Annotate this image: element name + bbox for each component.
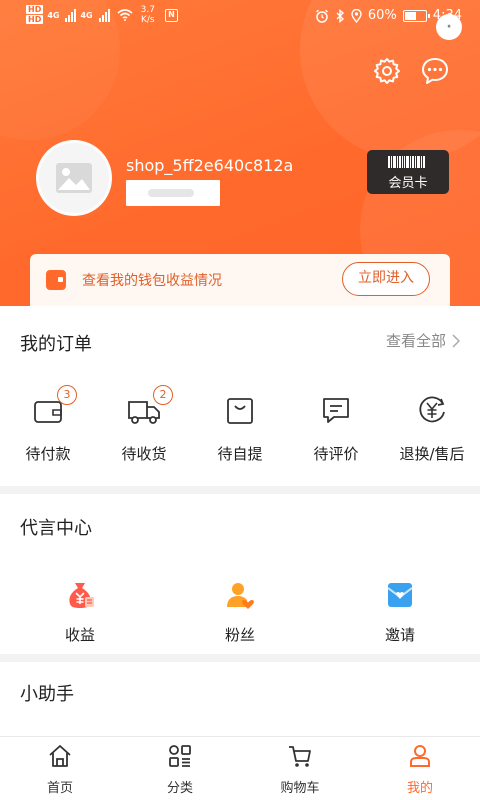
spokesperson-earnings[interactable]: 收益 (0, 580, 160, 645)
order-pending-pickup[interactable]: 待自提 (192, 393, 288, 464)
chevron-right-icon (452, 333, 460, 348)
invite-icon (387, 583, 413, 607)
tab-label: 购物车 (280, 781, 320, 796)
order-label: 待自提 (217, 445, 263, 463)
orders-title: 我的订单 (20, 334, 92, 355)
image-placeholder-icon (56, 163, 92, 193)
order-pending-receipt[interactable]: 2 待收货 (96, 385, 192, 464)
barcode-icon (388, 156, 425, 168)
order-label: 待付款 (25, 445, 71, 463)
order-badge: 2 (153, 385, 173, 405)
order-label: 退换/售后 (399, 445, 465, 463)
wallet-enter-button[interactable]: 立即进入 (342, 262, 430, 296)
view-all-label: 查看全部 (385, 332, 446, 350)
member-card-button[interactable]: 会员卡 (367, 150, 449, 194)
settings-gear-icon[interactable] (372, 56, 402, 86)
profile-icon (410, 745, 430, 767)
battery-percent: 60% (367, 8, 397, 23)
assistant-title: 小助手 (20, 684, 74, 705)
tab-label: 首页 (46, 781, 73, 796)
spokesperson-title: 代言中心 (20, 518, 92, 539)
spokesperson-fans[interactable]: 粉丝 (160, 580, 320, 645)
profile-header: HD HD 4G 4G 3.7 K/s N 60% · shop_5ff2e64… (0, 0, 480, 320)
tab-category[interactable]: 分类 (120, 743, 240, 796)
hd-label: HD (26, 5, 44, 14)
network-label: 4G (80, 10, 93, 20)
order-pending-payment[interactable]: 3 待付款 (0, 385, 96, 464)
wifi-icon (117, 9, 133, 21)
tab-label: 我的 (406, 781, 433, 796)
money-bag-icon (69, 583, 94, 608)
spokesperson-label: 粉丝 (224, 626, 255, 644)
alarm-icon (315, 9, 328, 23)
floating-dot-button[interactable]: · (436, 14, 462, 40)
bluetooth-icon (336, 8, 344, 23)
status-bar: HD HD 4G 4G 3.7 K/s N 60% · (0, 0, 480, 40)
order-label: 待评价 (313, 445, 359, 463)
hd-indicator: HD HD (26, 5, 44, 25)
network-speed: 3.7 K/s (141, 5, 155, 25)
signal-icon (65, 8, 77, 22)
bottom-tab-bar: 首页 分类 购物车 我的 (0, 736, 480, 800)
network-label: 4G (47, 10, 60, 20)
speed-value: 3.7 (140, 5, 155, 15)
wallet-text: 查看我的钱包收益情况 (82, 273, 222, 289)
spokesperson-invite[interactable]: 邀请 (320, 580, 480, 645)
tab-profile[interactable]: 我的 (360, 743, 480, 796)
tab-label: 分类 (166, 781, 193, 796)
hd-label: HD (26, 15, 44, 24)
order-pending-review[interactable]: 待评价 (288, 393, 384, 464)
battery-icon (402, 9, 430, 22)
location-icon (351, 8, 362, 23)
tab-home[interactable]: 首页 (0, 743, 120, 796)
order-after-sales[interactable]: 退换/售后 (384, 393, 480, 464)
spokesperson-label: 收益 (64, 626, 95, 644)
tab-cart[interactable]: 购物车 (240, 743, 360, 796)
avatar[interactable] (36, 140, 112, 216)
username: shop_5ff2e640c812a (126, 156, 294, 175)
member-card-label: 会员卡 (388, 176, 428, 191)
category-icon (169, 745, 191, 767)
nfc-icon: N (164, 8, 178, 22)
speed-unit: K/s (140, 15, 155, 25)
view-all-orders-link[interactable]: 查看全部 (386, 330, 460, 351)
wallet-banner[interactable]: 查看我的钱包收益情况 立即进入 (30, 254, 450, 306)
wallet-icon (46, 270, 66, 290)
signal-icon (98, 8, 110, 22)
order-badge: 3 (57, 385, 77, 405)
order-label: 待收货 (121, 445, 167, 463)
comment-icon (323, 398, 349, 423)
message-icon[interactable] (420, 56, 450, 86)
fans-icon (227, 583, 254, 609)
cart-icon (289, 746, 311, 767)
refund-icon (419, 396, 445, 423)
bag-icon (227, 398, 253, 424)
home-icon (49, 745, 71, 767)
user-level-placeholder (126, 180, 220, 206)
spokesperson-label: 邀请 (384, 626, 415, 644)
